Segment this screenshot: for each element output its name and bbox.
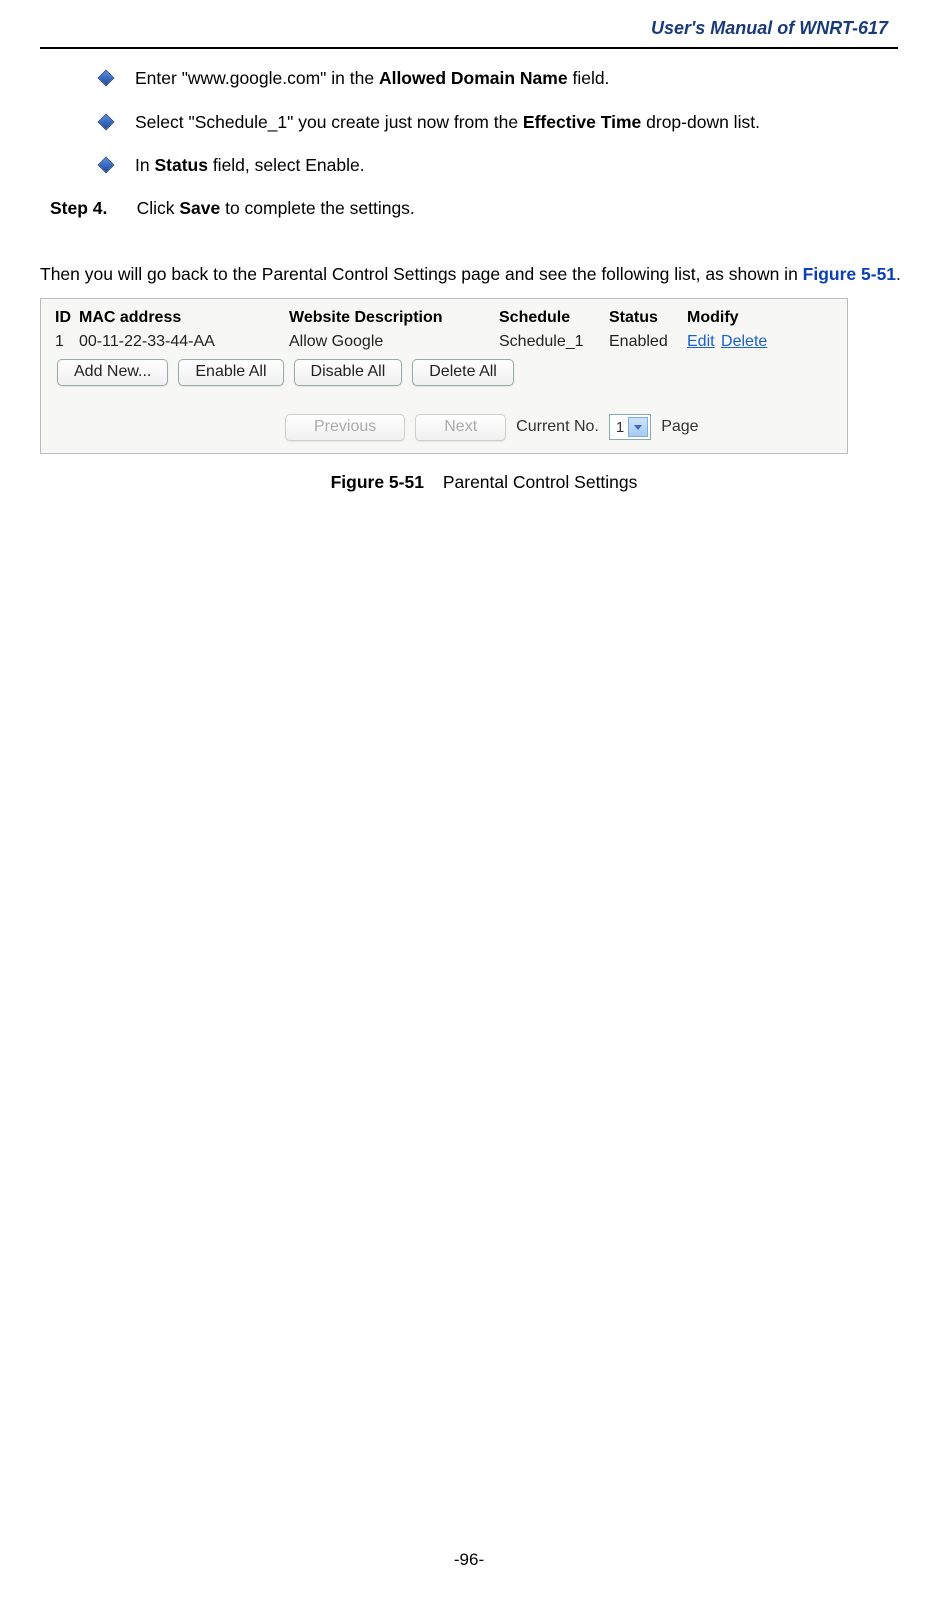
bullet-text-bold: Status xyxy=(154,155,207,175)
cell-mac: 00-11-22-33-44-AA xyxy=(79,333,289,351)
col-sched-header: Schedule xyxy=(499,309,609,327)
cell-sched: Schedule_1 xyxy=(499,333,609,351)
delete-link[interactable]: Delete xyxy=(721,333,767,350)
figure-title: Parental Control Settings xyxy=(443,472,638,492)
bullet-text-pre: Enter "www.google.com" in the xyxy=(135,68,379,88)
col-mac-header: MAC address xyxy=(79,309,289,327)
bullet-text-bold: Allowed Domain Name xyxy=(379,68,568,88)
diamond-icon xyxy=(98,113,115,130)
manual-title: User's Manual of WNRT-617 xyxy=(651,18,888,38)
diamond-icon xyxy=(98,157,115,174)
pager-row: Previous Next Current No. 1 Page xyxy=(285,414,837,441)
figure-number: Figure 5-51 xyxy=(331,472,424,492)
table-row: 1 00-11-22-33-44-AA Allow Google Schedul… xyxy=(55,333,837,351)
bullet-text-post: field, select Enable. xyxy=(208,155,365,175)
page-number-value: 1 xyxy=(616,419,624,436)
diamond-icon xyxy=(98,70,115,87)
cell-status: Enabled xyxy=(609,333,687,351)
disable-all-button[interactable]: Disable All xyxy=(294,359,403,386)
col-modify-header: Modify xyxy=(687,309,837,327)
embedded-screenshot: ID MAC address Website Description Sched… xyxy=(40,298,848,454)
bullet-text-bold: Effective Time xyxy=(523,112,641,132)
cell-id: 1 xyxy=(55,333,79,351)
step-bold: Save xyxy=(179,198,220,218)
previous-button[interactable]: Previous xyxy=(285,414,405,441)
chevron-down-icon xyxy=(628,417,648,437)
bullet-text-post: field. xyxy=(568,68,610,88)
instruction-bullets: Enter "www.google.com" in the Allowed Do… xyxy=(50,67,918,178)
col-status-header: Status xyxy=(609,309,687,327)
current-no-label: Current No. xyxy=(516,418,599,436)
page-number: -96- xyxy=(454,1550,484,1569)
cell-modify: Edit Delete xyxy=(687,333,837,351)
page-header: User's Manual of WNRT-617 xyxy=(0,0,938,47)
col-id-header: ID xyxy=(55,309,79,327)
figure-caption: Figure 5-51 Parental Control Settings xyxy=(50,472,918,493)
bullet-text-post: drop-down list. xyxy=(641,112,760,132)
bullet-text-pre: In xyxy=(135,155,154,175)
next-button[interactable]: Next xyxy=(415,414,506,441)
bullet-item: Enter "www.google.com" in the Allowed Do… xyxy=(50,67,918,91)
step-post: to complete the settings. xyxy=(220,198,415,218)
page-number-select[interactable]: 1 xyxy=(609,414,651,440)
action-button-row: Add New... Enable All Disable All Delete… xyxy=(57,359,837,386)
bullet-text-pre: Select "Schedule_1" you create just now … xyxy=(135,112,523,132)
table-header-row: ID MAC address Website Description Sched… xyxy=(55,309,837,327)
step-pre: Click xyxy=(137,198,180,218)
step-label: Step 4. xyxy=(50,198,107,218)
para-pre: Then you will go back to the Parental Co… xyxy=(40,264,803,284)
page-label: Page xyxy=(661,418,698,436)
enable-all-button[interactable]: Enable All xyxy=(178,359,283,386)
delete-all-button[interactable]: Delete All xyxy=(412,359,514,386)
parental-control-table: ID MAC address Website Description Sched… xyxy=(55,309,837,441)
cell-desc: Allow Google xyxy=(289,333,499,351)
add-new-button[interactable]: Add New... xyxy=(57,359,168,386)
step-4-line: Step 4. Click Save to complete the setti… xyxy=(50,198,918,219)
bullet-item: In Status field, select Enable. xyxy=(50,154,918,178)
bullet-item: Select "Schedule_1" you create just now … xyxy=(50,111,918,135)
para-post: . xyxy=(896,264,901,284)
edit-link[interactable]: Edit xyxy=(687,333,715,350)
page-footer: -96- xyxy=(0,1550,938,1570)
col-desc-header: Website Description xyxy=(289,309,499,327)
result-paragraph: Then you will go back to the Parental Co… xyxy=(40,259,918,290)
figure-reference-link[interactable]: Figure 5-51 xyxy=(803,264,896,284)
content-area: Enter "www.google.com" in the Allowed Do… xyxy=(0,49,938,493)
